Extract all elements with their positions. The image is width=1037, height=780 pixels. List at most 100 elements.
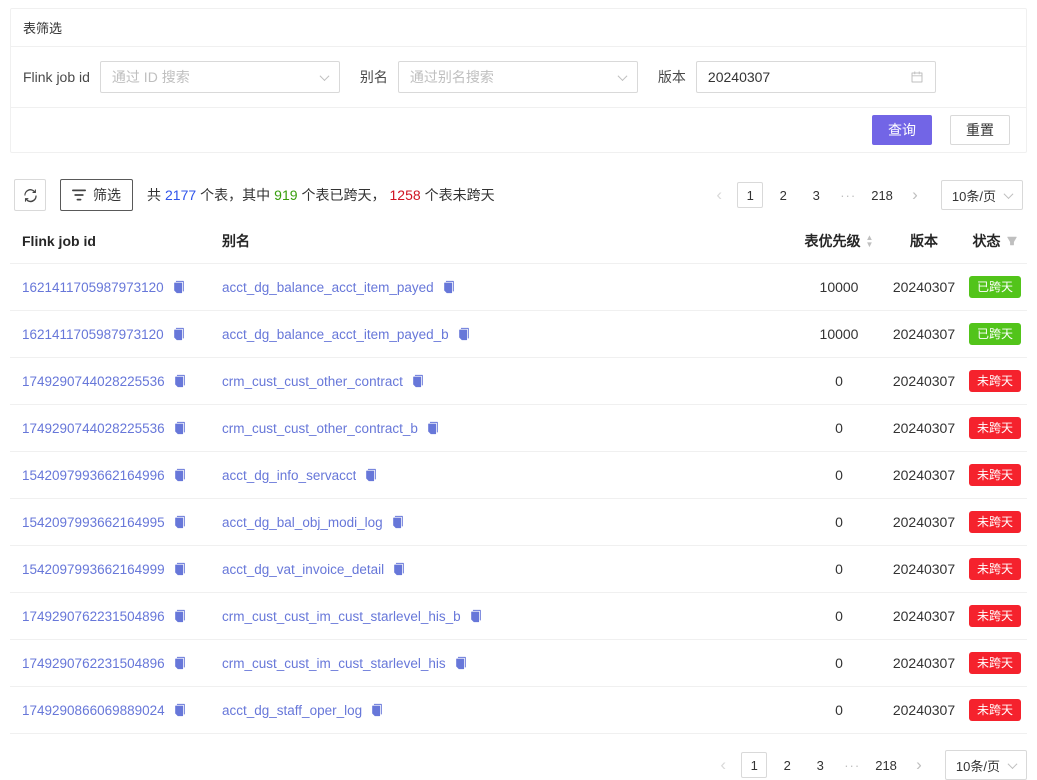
copy-icon[interactable]	[173, 468, 187, 482]
page-size-select[interactable]: 10条/页	[941, 180, 1023, 210]
copy-icon[interactable]	[426, 421, 440, 435]
page-1-button[interactable]: 1	[741, 752, 767, 778]
copy-icon[interactable]	[173, 515, 187, 529]
page-2-button[interactable]: 2	[774, 752, 800, 778]
status-badge: 未跨天	[969, 417, 1021, 439]
table-row: 1542097993662164996 acct_dg_info_servacc…	[10, 452, 1027, 499]
alias-label: 别名	[360, 67, 388, 87]
alias-link[interactable]: acct_dg_info_servacct	[222, 468, 356, 483]
status-badge: 未跨天	[969, 558, 1021, 580]
priority-cell: 0	[793, 546, 885, 593]
copy-icon[interactable]	[457, 327, 471, 341]
summary-part2: 个表，其中	[200, 187, 270, 203]
filter-panel: 表筛选 Flink job id 通过 ID 搜索 别名 通过别名搜索 版本	[10, 8, 1027, 153]
chevron-down-icon	[1004, 189, 1014, 199]
copy-icon[interactable]	[442, 280, 456, 294]
copy-icon[interactable]	[172, 327, 186, 341]
copy-icon[interactable]	[173, 703, 187, 717]
alias-link[interactable]: acct_dg_vat_invoice_detail	[222, 562, 384, 577]
version-date-input[interactable]: 20240307	[696, 61, 936, 93]
filter-actions-row: 查询 重置	[11, 108, 1026, 152]
reset-button[interactable]: 重置	[950, 115, 1010, 145]
flink-job-id-link[interactable]: 1542097993662164995	[22, 515, 165, 530]
filter-funnel-icon[interactable]	[1006, 235, 1018, 247]
page-3-button[interactable]: 3	[807, 752, 833, 778]
toolbar: 筛选 共2177个表，其中919个表已跨天，1258个表未跨天 ‹ 1 2 3 …	[10, 179, 1027, 211]
summary-text: 共2177个表，其中919个表已跨天，1258个表未跨天	[147, 185, 694, 205]
copy-icon[interactable]	[173, 609, 187, 623]
page-ellipsis[interactable]: ···	[836, 188, 860, 203]
flink-job-id-link[interactable]: 1749290762231504896	[22, 609, 165, 624]
copy-icon[interactable]	[172, 280, 186, 294]
summary-part1: 共	[147, 187, 161, 203]
priority-cell: 0	[793, 405, 885, 452]
alias-link[interactable]: acct_dg_bal_obj_modi_log	[222, 515, 383, 530]
copy-icon[interactable]	[173, 421, 187, 435]
copy-icon[interactable]	[469, 609, 483, 623]
copy-icon[interactable]	[364, 468, 378, 482]
summary-part3: 个表已跨天，	[302, 187, 386, 203]
table-row: 1542097993662164995 acct_dg_bal_obj_modi…	[10, 499, 1027, 546]
page-size-select[interactable]: 10条/页	[945, 750, 1027, 780]
copy-icon[interactable]	[411, 374, 425, 388]
flink-job-id-link[interactable]: 1621411705987973120	[22, 327, 164, 342]
last-page-button[interactable]: 218	[867, 182, 897, 208]
alias-link[interactable]: crm_cust_cust_im_cust_starlevel_his	[222, 656, 446, 671]
copy-icon[interactable]	[173, 374, 187, 388]
page-ellipsis[interactable]: ···	[840, 758, 864, 773]
flink-job-id-link[interactable]: 1749290744028225536	[22, 421, 165, 436]
table-row: 1749290866069889024 acct_dg_staff_oper_l…	[10, 687, 1027, 734]
flink-job-id-link[interactable]: 1542097993662164999	[22, 562, 165, 577]
copy-icon[interactable]	[391, 515, 405, 529]
page-1-button[interactable]: 1	[737, 182, 763, 208]
alias-link[interactable]: crm_cust_cust_other_contract	[222, 374, 403, 389]
page-2-button[interactable]: 2	[770, 182, 796, 208]
flink-job-id-link[interactable]: 1749290744028225536	[22, 374, 165, 389]
field-alias: 别名 通过别名搜索	[360, 61, 638, 93]
alias-link[interactable]: acct_dg_balance_acct_item_payed	[222, 280, 434, 295]
flink-job-id-select[interactable]: 通过 ID 搜索	[100, 61, 340, 93]
copy-icon[interactable]	[173, 562, 187, 576]
alias-link[interactable]: acct_dg_staff_oper_log	[222, 703, 362, 718]
flink-job-id-link[interactable]: 1542097993662164996	[22, 468, 165, 483]
page-size-value: 10条/页	[952, 186, 996, 205]
pagination-bottom-wrapper: ‹ 1 2 3 ··· 218 › 10条/页	[10, 750, 1027, 780]
alias-link[interactable]: acct_dg_balance_acct_item_payed_b	[222, 327, 449, 342]
refresh-button[interactable]	[14, 179, 46, 211]
prev-page-button[interactable]: ‹	[708, 182, 730, 208]
chevron-down-icon	[617, 71, 627, 81]
copy-icon[interactable]	[454, 656, 468, 670]
priority-cell: 0	[793, 358, 885, 405]
prev-page-button[interactable]: ‹	[712, 752, 734, 778]
alias-link[interactable]: crm_cust_cust_other_contract_b	[222, 421, 418, 436]
status-badge: 未跨天	[969, 652, 1021, 674]
status-header-label: 状态	[973, 231, 1001, 251]
filter-button[interactable]: 筛选	[60, 179, 133, 211]
page-3-button[interactable]: 3	[803, 182, 829, 208]
next-page-button[interactable]: ›	[904, 182, 926, 208]
priority-cell: 0	[793, 593, 885, 640]
flink-job-id-link[interactable]: 1749290762231504896	[22, 656, 165, 671]
version-cell: 20240307	[885, 499, 963, 546]
flink-job-id-link[interactable]: 1749290866069889024	[22, 703, 165, 718]
total-count: 2177	[165, 187, 196, 203]
column-header-flink-job-id: Flink job id	[10, 219, 210, 264]
page-size-value: 10条/页	[956, 756, 1000, 775]
alias-link[interactable]: crm_cust_cust_im_cust_starlevel_his_b	[222, 609, 461, 624]
copy-icon[interactable]	[370, 703, 384, 717]
chevron-down-icon	[319, 71, 329, 81]
table-row: 1749290744028225536 crm_cust_cust_other_…	[10, 358, 1027, 405]
last-page-button[interactable]: 218	[871, 752, 901, 778]
flink-job-id-link[interactable]: 1621411705987973120	[22, 280, 164, 295]
status-badge: 未跨天	[969, 464, 1021, 486]
table-row: 1749290744028225536 crm_cust_cust_other_…	[10, 405, 1027, 452]
copy-icon[interactable]	[392, 562, 406, 576]
search-button[interactable]: 查询	[872, 115, 932, 145]
next-page-button[interactable]: ›	[908, 752, 930, 778]
table-row: 1621411705987973120 acct_dg_balance_acct…	[10, 264, 1027, 311]
refresh-icon	[23, 188, 38, 203]
version-cell: 20240307	[885, 358, 963, 405]
alias-select[interactable]: 通过别名搜索	[398, 61, 638, 93]
copy-icon[interactable]	[173, 656, 187, 670]
sort-carets-icon[interactable]: ▲▼	[866, 234, 874, 248]
